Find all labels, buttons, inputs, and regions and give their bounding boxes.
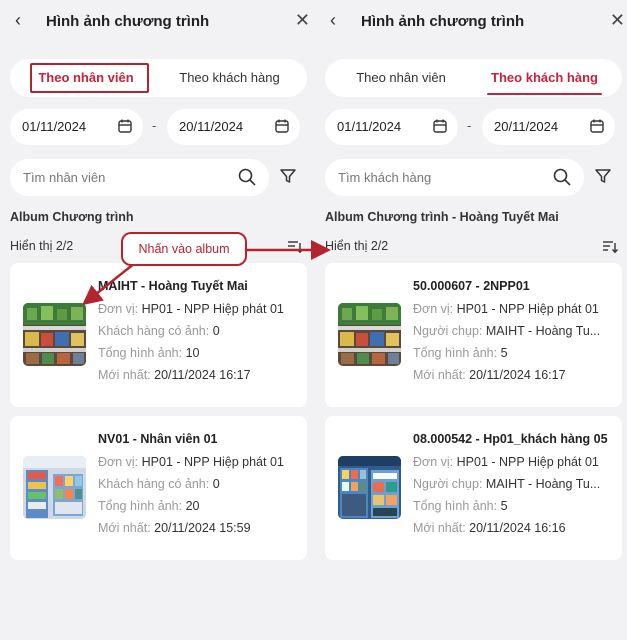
annotation-callout: Nhấn vào album (121, 232, 247, 266)
annotation-arrows (82, 240, 331, 306)
